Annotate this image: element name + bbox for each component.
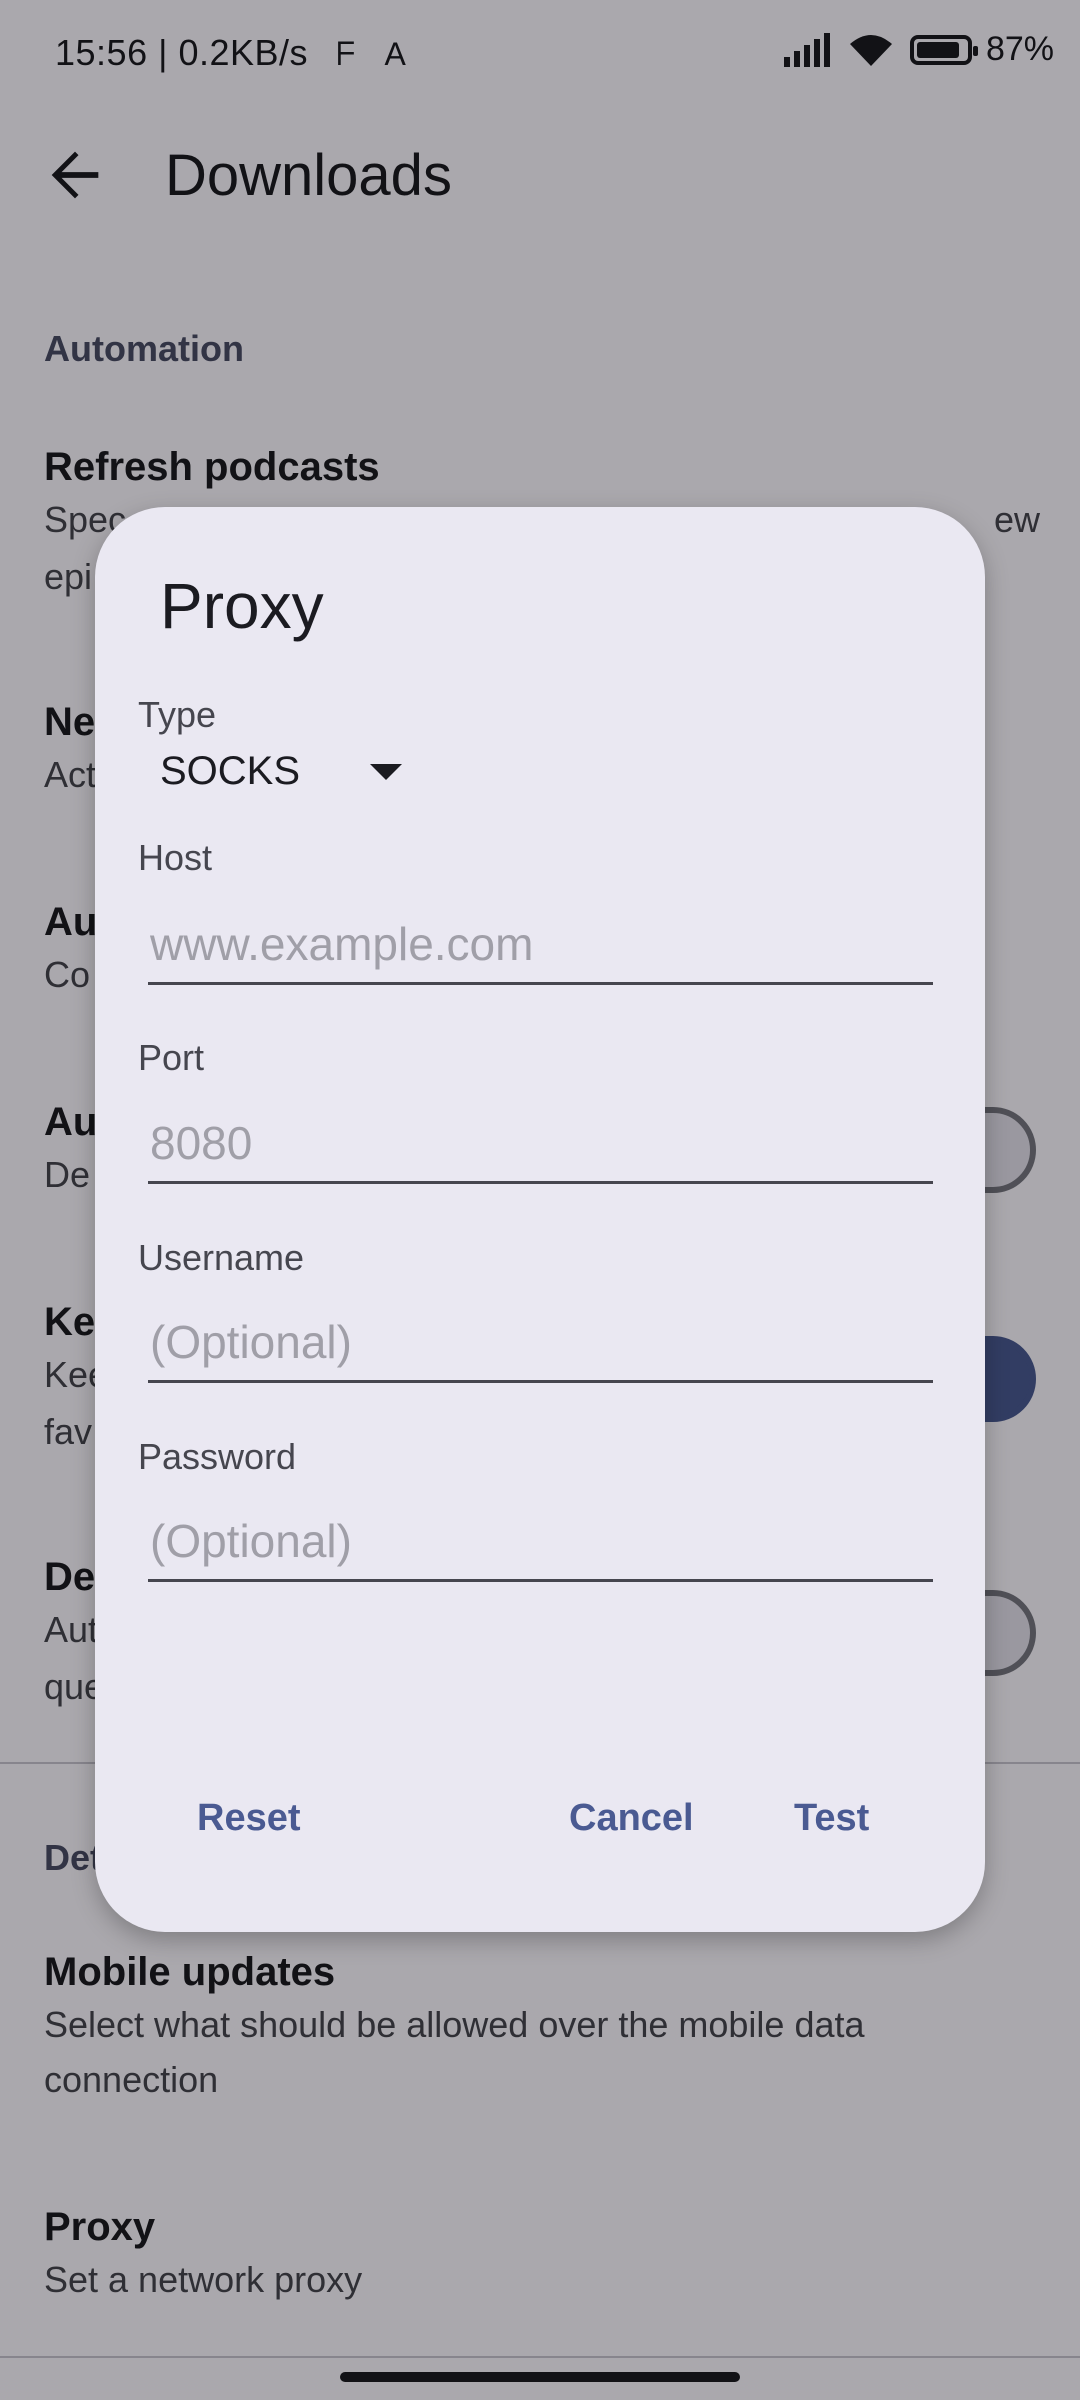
port-label: Port [138, 1037, 205, 1078]
type-dropdown[interactable]: SOCKS [160, 749, 403, 794]
proxy-dialog: Proxy Type SOCKS Host Port Username Pass… [95, 507, 985, 1932]
username-input[interactable] [148, 1303, 933, 1383]
password-label: Password [138, 1436, 297, 1477]
cancel-button[interactable]: Cancel [569, 1797, 694, 1840]
host-label: Host [138, 837, 213, 878]
type-value: SOCKS [160, 749, 301, 793]
port-input[interactable] [148, 1104, 933, 1184]
username-label: Username [138, 1237, 305, 1278]
dropdown-arrow-icon [370, 763, 403, 780]
dialog-title: Proxy [160, 570, 324, 642]
host-input[interactable] [148, 905, 933, 985]
type-label: Type [138, 694, 217, 735]
reset-button[interactable]: Reset [197, 1797, 301, 1840]
password-input[interactable] [148, 1502, 933, 1582]
test-button[interactable]: Test [794, 1797, 869, 1840]
